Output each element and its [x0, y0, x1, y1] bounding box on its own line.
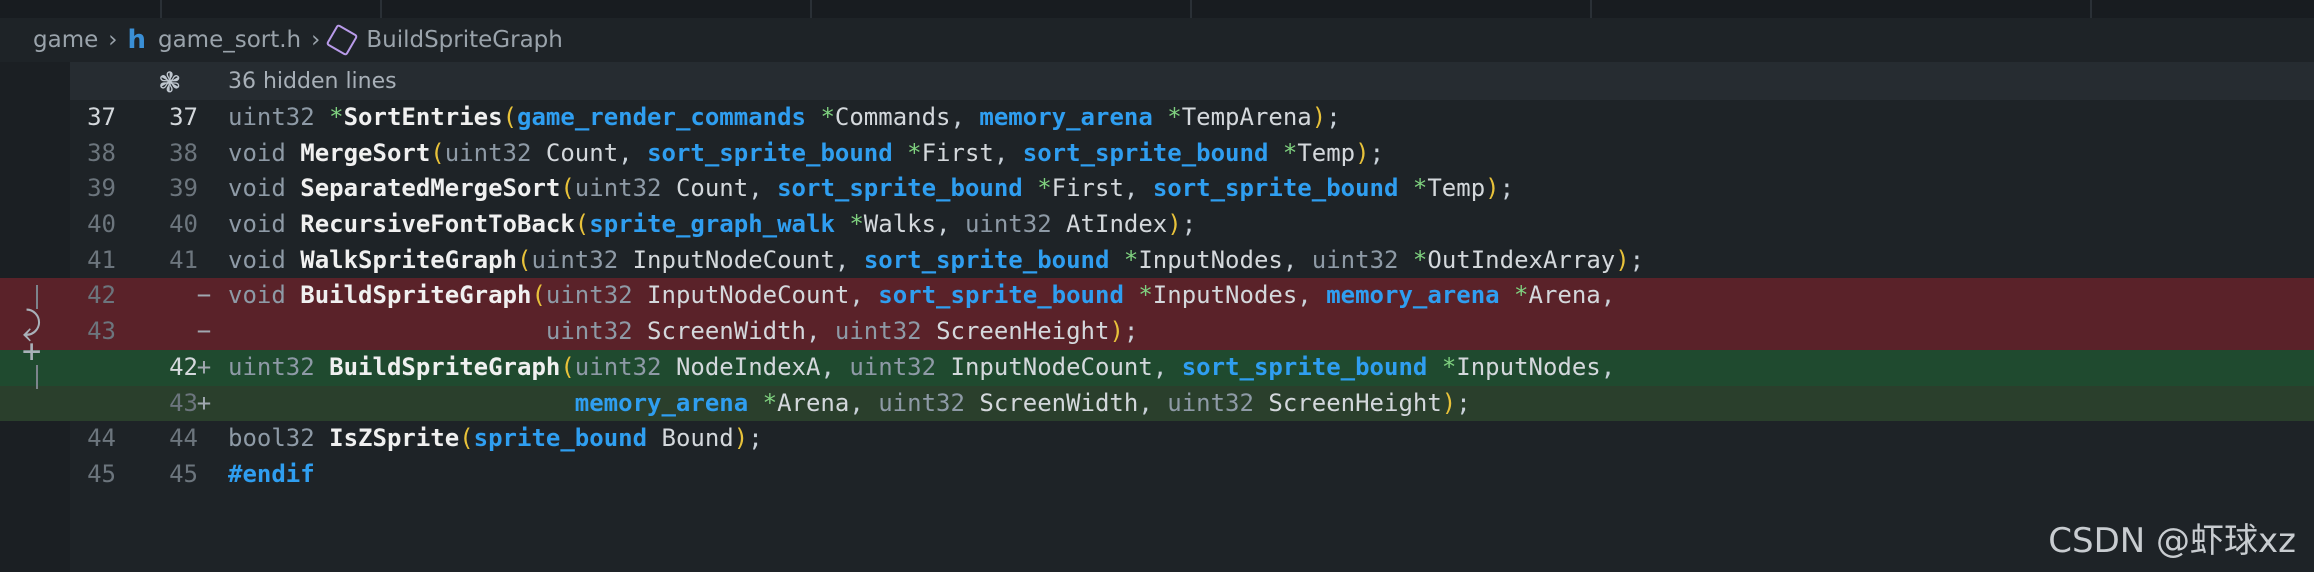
code-text[interactable]: void SeparatedMergeSort(uint32 Count, so…	[228, 171, 1514, 207]
code-line[interactable]: 38 38 void MergeSort(uint32 Count, sort_sp…	[0, 136, 2314, 172]
code-text[interactable]: void MergeSort(uint32 Count, sort_sprite…	[228, 136, 1384, 172]
breadcrumb-symbol[interactable]: BuildSpriteGraph	[366, 27, 563, 53]
chevron-right-icon: ›	[108, 27, 118, 53]
diff-editor[interactable]: 37 37 uint32 *SortEntries(game_render_comm…	[0, 100, 2314, 493]
unfold-icon[interactable]: ❃	[158, 66, 181, 99]
modified-line-number: 37	[169, 103, 198, 131]
code-text[interactable]: void RecursiveFontToBack(sprite_graph_wa…	[228, 207, 1196, 243]
code-line[interactable]: 37 37 uint32 *SortEntries(game_render_comm…	[0, 100, 2314, 136]
modified-line-number: 40	[169, 210, 198, 239]
tab[interactable]	[0, 0, 162, 18]
added-marker: +	[196, 388, 212, 417]
original-line-number: 39	[87, 174, 116, 203]
original-line-number: 40	[87, 210, 116, 239]
diff-line-added[interactable]: 42 + uint32 BuildSpriteGraph(uint32 NodeIn…	[0, 349, 2314, 386]
breadcrumb: game › h game_sort.h › BuildSpriteGraph	[0, 18, 2314, 62]
symbol-method-icon	[325, 23, 359, 57]
code-line[interactable]: 41 41 void WalkSpriteGraph(uint32 InputNod…	[0, 243, 2314, 279]
original-line-number: 41	[87, 245, 116, 274]
removed-marker: −	[196, 281, 212, 310]
tab[interactable]	[380, 0, 812, 18]
tab[interactable]	[1190, 0, 1592, 18]
modified-line-number: 41	[169, 245, 198, 274]
original-line-number: 44	[87, 424, 116, 453]
code-text[interactable]: bool32 IsZSprite(sprite_bound Bound);	[228, 421, 763, 457]
stage-plus-icon[interactable]: +	[22, 335, 41, 367]
code-text[interactable]: uint32 *SortEntries(game_render_commands…	[228, 100, 1341, 136]
tab[interactable]	[810, 0, 1192, 18]
chevron-right-icon: ›	[311, 27, 321, 53]
tab[interactable]	[1590, 0, 2092, 18]
code-line[interactable]: 39 39 void SeparatedMergeSort(uint32 Count…	[0, 171, 2314, 207]
tab[interactable]	[160, 0, 382, 18]
watermark: CSDN @虾球xz	[2048, 521, 2296, 561]
code-text[interactable]: void BuildSpriteGraph(uint32 InputNodeCo…	[228, 278, 1615, 314]
code-text[interactable]: void WalkSpriteGraph(uint32 InputNodeCou…	[228, 243, 1644, 279]
code-line[interactable]: 40 40 void RecursiveFontToBack(sprite_grap…	[0, 207, 2314, 243]
tab-strip	[0, 0, 2314, 18]
diff-line-deleted[interactable]: 42 − void BuildSpriteGraph(uint32 InputNod…	[0, 278, 2314, 315]
breadcrumb-folder[interactable]: game	[33, 27, 98, 53]
breadcrumb-file[interactable]: game_sort.h	[158, 27, 301, 53]
code-line[interactable]: 45 45 #endif	[0, 457, 2314, 493]
header-file-icon: h	[127, 25, 146, 55]
code-text[interactable]: #endif	[228, 457, 315, 493]
code-line[interactable]: 44 44 bool32 IsZSprite(sprite_bound Bound)…	[0, 421, 2314, 457]
original-line-number: 38	[87, 138, 116, 167]
code-text[interactable]: uint32 ScreenWidth, uint32 ScreenHeight)…	[228, 314, 1138, 350]
original-line-number: 43	[87, 317, 116, 346]
modified-line-number: 39	[169, 174, 198, 203]
diff-line-added[interactable]: 43 + memory_arena *Arena, uint32 ScreenWi…	[0, 385, 2314, 422]
original-line-number: 37	[87, 103, 116, 131]
hidden-lines-label: 36 hidden lines	[228, 68, 397, 94]
removed-marker: −	[196, 317, 212, 346]
added-marker: +	[196, 352, 212, 381]
modified-line-number: 45	[169, 459, 198, 488]
original-line-number: 45	[87, 459, 116, 488]
code-text[interactable]: memory_arena *Arena, uint32 ScreenWidth,…	[228, 386, 1471, 422]
original-line-number: 42	[87, 281, 116, 310]
modified-line-number: 44	[169, 424, 198, 453]
modified-line-number: 38	[169, 138, 198, 167]
hidden-lines-bar[interactable]: ❃ 36 hidden lines	[70, 62, 2314, 100]
diff-line-deleted[interactable]: 43 − uint32 ScreenWidth, uint32 ScreenHei…	[0, 314, 2314, 350]
diff-gutter-actions: ⤸ +	[22, 285, 41, 389]
code-text[interactable]: uint32 BuildSpriteGraph(uint32 NodeIndex…	[228, 350, 1615, 386]
